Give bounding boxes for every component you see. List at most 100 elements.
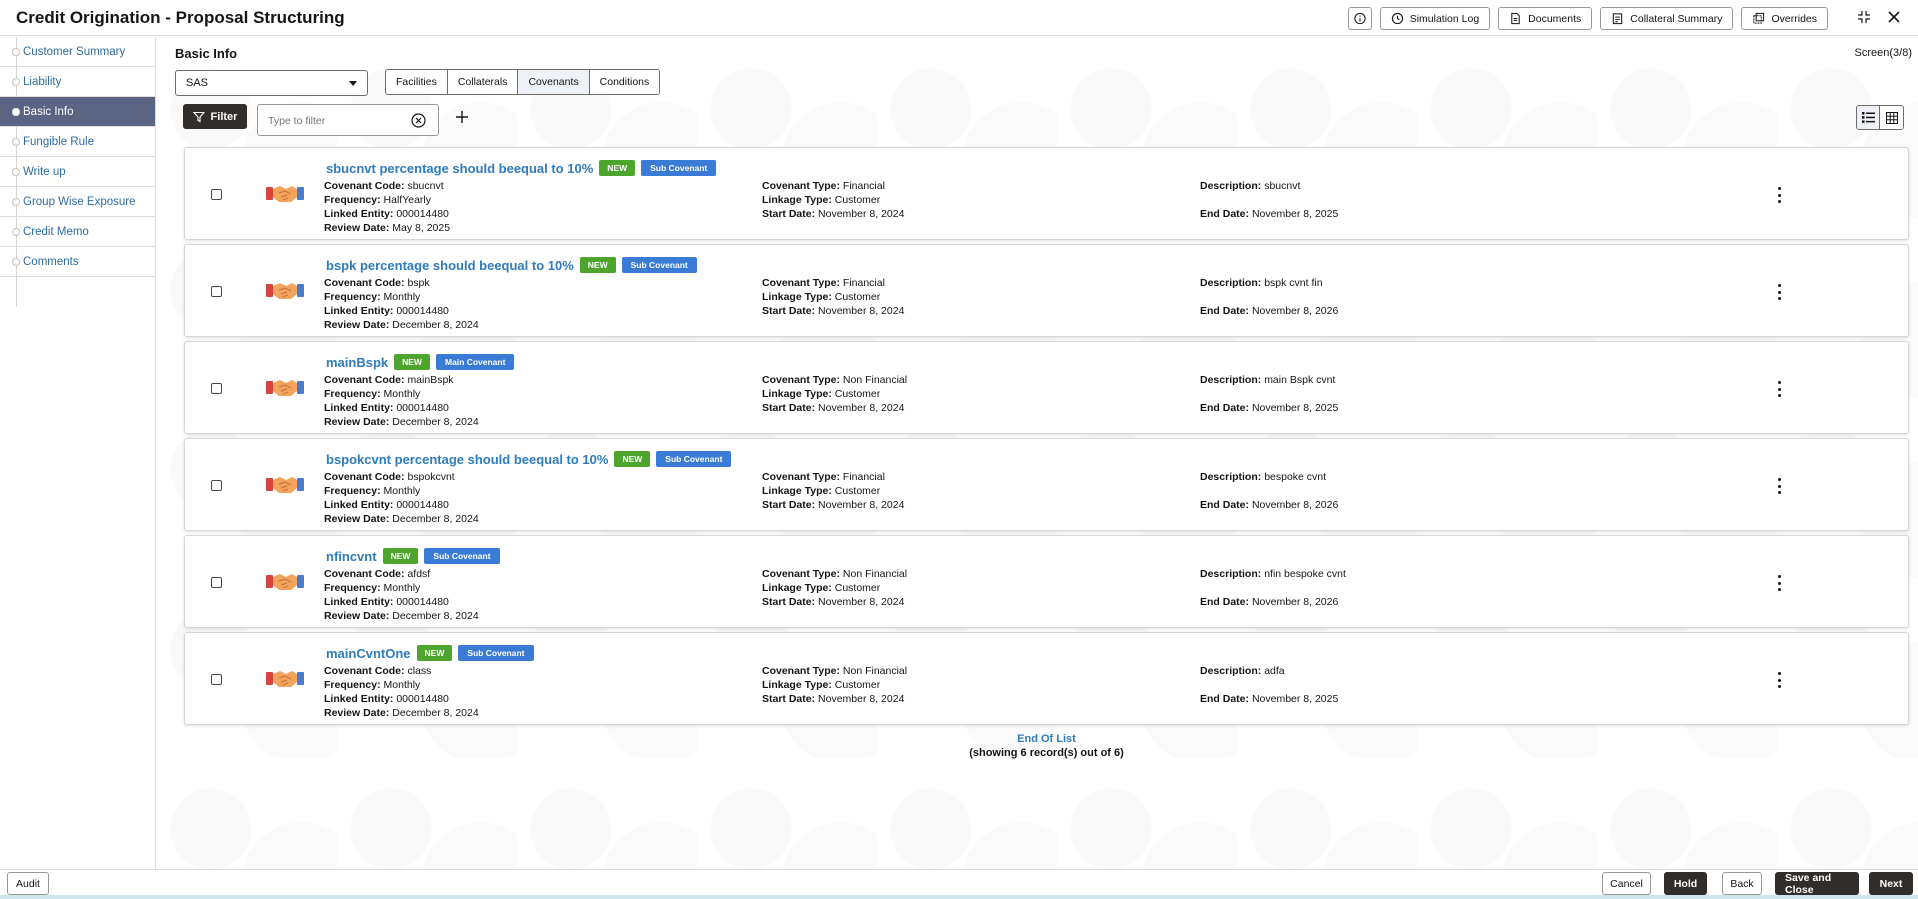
sidebar-item-liability[interactable]: Liability — [0, 67, 155, 97]
audit-button[interactable]: Audit — [7, 872, 49, 895]
sidebar-item-label: Comments — [23, 255, 79, 268]
frequency-label: Frequency: — [324, 194, 381, 206]
list-view-icon[interactable] — [1857, 106, 1880, 129]
covenant-title-link[interactable]: sbucnvt percentage should beequal to 10% — [326, 161, 593, 176]
covenant-title-link[interactable]: bspk percentage should beequal to 10% — [326, 258, 574, 273]
add-icon[interactable] — [455, 110, 469, 124]
covenant-details-right: Description: nfin bespoke cvnt End Date: … — [1200, 567, 1346, 609]
header-actions: Simulation Log Documents Collateral Summ… — [1347, 7, 1828, 30]
frequency-label: Frequency: — [324, 679, 381, 691]
sidebar-item-comments[interactable]: Comments — [0, 247, 155, 277]
info-icon — [1354, 12, 1366, 25]
sidebar-item-label: Credit Memo — [23, 225, 89, 238]
review-date-value: December 8, 2024 — [392, 319, 479, 331]
row-select-checkbox[interactable] — [211, 674, 222, 685]
collateral-summary-button[interactable]: Collateral Summary — [1600, 7, 1734, 30]
covenant-card: bspk percentage should beequal to 10% NEW… — [184, 244, 1909, 337]
start-date-value: November 8, 2024 — [818, 596, 905, 608]
handshake-icon — [265, 663, 305, 691]
covenant-title-link[interactable]: mainBspk — [326, 355, 388, 370]
description-label: Description: — [1200, 665, 1262, 677]
covenant-title-link[interactable]: nfincvnt — [326, 549, 377, 564]
more-actions-icon[interactable] — [1775, 380, 1783, 398]
more-actions-icon[interactable] — [1775, 671, 1783, 689]
proposal-select[interactable]: SAS — [175, 70, 368, 96]
description-label: Description: — [1200, 374, 1262, 386]
description-label: Description: — [1200, 277, 1262, 289]
end-of-list-text: End Of List — [1017, 733, 1076, 745]
covenant-kind-badge: Sub Covenant — [621, 257, 697, 273]
more-actions-icon[interactable] — [1775, 477, 1783, 495]
linkage-type-label: Linkage Type: — [762, 485, 832, 497]
row-select-checkbox[interactable] — [211, 383, 222, 394]
covenant-type-value: Financial — [842, 180, 885, 192]
covenant-code-label: Covenant Code: — [324, 277, 405, 289]
covenant-title-link[interactable]: bspokcvnt percentage should beequal to 1… — [326, 452, 608, 467]
description-value: bespoke cvnt — [1264, 471, 1327, 483]
covenant-details-left: Covenant Code: mainBspk Frequency: Monthl… — [324, 373, 479, 429]
linkage-type-label: Linkage Type: — [762, 291, 832, 303]
linked-entity-value: 000014480 — [396, 402, 449, 414]
more-actions-icon[interactable] — [1775, 574, 1783, 592]
section-title: Basic Info — [175, 46, 238, 61]
covenant-type-label: Covenant Type: — [762, 277, 840, 289]
sidebar-item-customer-summary[interactable]: Customer Summary — [0, 37, 155, 67]
row-select-checkbox[interactable] — [211, 480, 222, 491]
record-count-text: (showing 6 record(s) out of 6) — [969, 747, 1124, 759]
tab-conditions[interactable]: Conditions — [589, 70, 660, 94]
handshake-icon — [265, 469, 305, 497]
cancel-button[interactable]: Cancel — [1602, 872, 1651, 895]
tab-collaterals[interactable]: Collaterals — [447, 70, 519, 94]
start-date-label: Start Date: — [762, 596, 816, 608]
handshake-icon — [265, 275, 305, 303]
end-date-label: End Date: — [1200, 208, 1250, 220]
sidebar-item-group-wise-exposure[interactable]: Group Wise Exposure — [0, 187, 155, 217]
simulation-log-button[interactable]: Simulation Log — [1379, 7, 1491, 30]
back-button[interactable]: Back — [1722, 872, 1762, 895]
sidebar-item-fungible-rule[interactable]: Fungible Rule — [0, 127, 155, 157]
row-select-checkbox[interactable] — [211, 286, 222, 297]
row-select-checkbox[interactable] — [211, 189, 222, 200]
covenant-card: sbucnvt percentage should beequal to 10%… — [184, 147, 1909, 240]
end-date-label: End Date: — [1200, 305, 1250, 317]
next-button[interactable]: Next — [1869, 872, 1913, 895]
covenant-details-left: Covenant Code: sbucnvt Frequency: HalfYea… — [324, 179, 450, 235]
linkage-type-label: Linkage Type: — [762, 679, 832, 691]
linkage-type-label: Linkage Type: — [762, 194, 832, 206]
minimize-window-icon[interactable] — [1856, 9, 1872, 25]
linked-entity-value: 000014480 — [396, 305, 449, 317]
overrides-button[interactable]: Overrides — [1741, 7, 1828, 30]
clear-icon[interactable] — [411, 113, 426, 128]
simulation-icon — [1391, 12, 1403, 25]
close-icon[interactable] — [1886, 9, 1902, 25]
covenant-code-label: Covenant Code: — [324, 665, 405, 677]
sidebar-item-write-up[interactable]: Write up — [0, 157, 155, 187]
grid-view-icon[interactable] — [1880, 106, 1903, 129]
tab-covenants[interactable]: Covenants — [518, 70, 590, 94]
covenant-kind-badge: Sub Covenant — [656, 451, 732, 467]
more-actions-icon[interactable] — [1775, 186, 1783, 204]
end-date-label: End Date: — [1200, 596, 1250, 608]
end-date-value: November 8, 2026 — [1251, 499, 1339, 511]
covenant-kind-badge: Sub Covenant — [424, 548, 500, 564]
hold-button[interactable]: Hold — [1664, 872, 1707, 895]
row-select-checkbox[interactable] — [211, 577, 222, 588]
documents-button[interactable]: Documents — [1498, 7, 1593, 30]
info-button[interactable] — [1347, 7, 1372, 30]
filter-input[interactable] — [268, 113, 398, 129]
covenant-title-link[interactable]: mainCvntOne — [326, 646, 411, 661]
tab-facilities[interactable]: Facilities — [386, 70, 448, 94]
footer-accent-strip — [0, 895, 1918, 899]
start-date-label: Start Date: — [762, 693, 816, 705]
frequency-value: Monthly — [383, 388, 421, 400]
covenant-card: bspokcvnt percentage should beequal to 1… — [184, 438, 1909, 531]
save-and-close-button[interactable]: Save and Close — [1775, 872, 1859, 896]
covenant-kind-badge: Sub Covenant — [641, 160, 717, 176]
linkage-type-value: Customer — [834, 485, 881, 497]
sidebar-item-basic-info[interactable]: Basic Info — [0, 97, 155, 127]
linkage-type-value: Customer — [834, 679, 881, 691]
filter-button[interactable]: Filter — [183, 104, 247, 129]
covenant-type-label: Covenant Type: — [762, 471, 840, 483]
sidebar-item-credit-memo[interactable]: Credit Memo — [0, 217, 155, 247]
more-actions-icon[interactable] — [1775, 283, 1783, 301]
